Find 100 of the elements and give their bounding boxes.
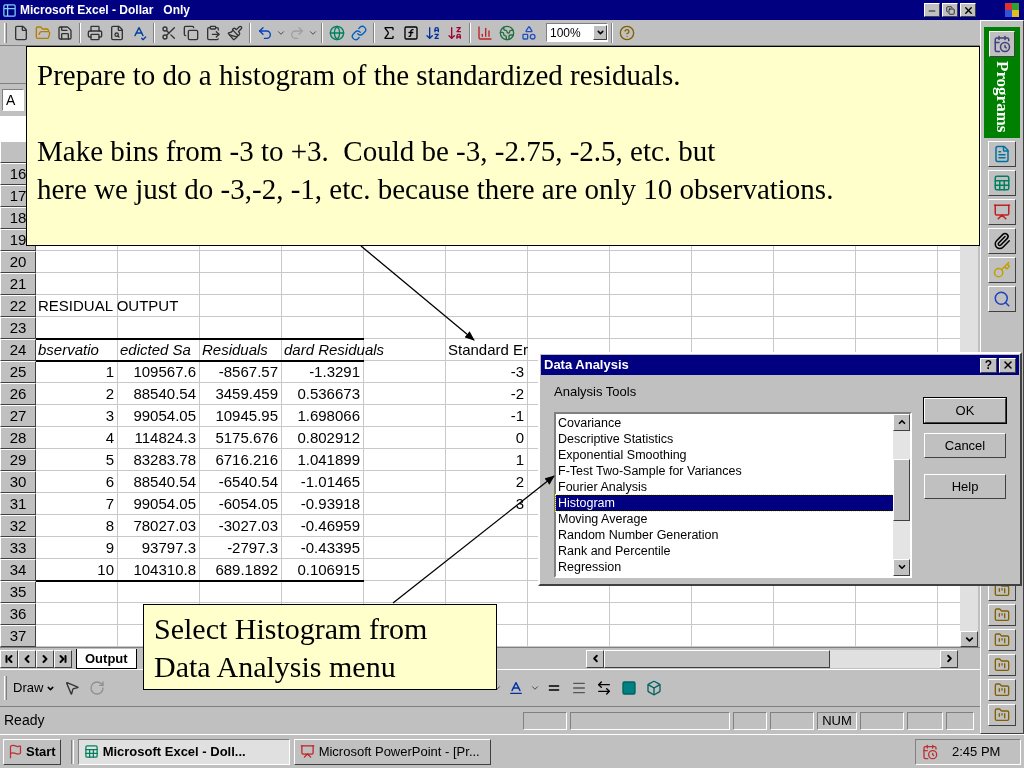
minimize-button[interactable] [924, 3, 940, 17]
draw-menu[interactable]: Draw [10, 678, 59, 698]
folder-button[interactable] [988, 679, 1016, 701]
row-header[interactable]: 22 [0, 295, 36, 317]
row-header[interactable]: 24 [0, 339, 36, 361]
row-header[interactable]: 23 [0, 317, 36, 339]
status-panel [946, 711, 974, 730]
table-cell-text: -6054.05 [218, 493, 278, 514]
row-header[interactable]: 37 [0, 625, 36, 647]
magnifier-button[interactable] [988, 286, 1016, 313]
name-box[interactable]: A [2, 89, 24, 111]
folder-icon [994, 682, 1010, 698]
list-item[interactable]: Covariance [556, 414, 893, 431]
list-scrollbar[interactable] [893, 413, 910, 576]
callout-text: Make bins from -3 to +3. Could be -3, -2.75, -2.5, etc. but here we just do -3,-2, -1, etc. because there are only 10 observations. [37, 134, 835, 207]
row-header[interactable]: 27 [0, 405, 36, 427]
table-cell-text: 88540.54 [133, 471, 196, 492]
magnifier-icon [993, 290, 1011, 309]
paperclip-button[interactable] [988, 228, 1016, 255]
list-item[interactable]: Exponential Smoothing [556, 446, 893, 463]
first-sheet-button[interactable] [0, 649, 18, 668]
scroll-up-button[interactable] [893, 413, 910, 431]
spreadsheet-button[interactable] [988, 170, 1016, 197]
list-item[interactable]: Rank and Percentile [556, 542, 893, 559]
scroll-right-button[interactable] [940, 649, 958, 668]
row-header[interactable]: 30 [0, 471, 36, 493]
callout-text: Prepare to do a histogram of the standardized residuals. [37, 58, 682, 93]
previous-sheet-button[interactable] [18, 649, 36, 668]
table-cell-text: 9 [105, 537, 114, 558]
status-panel [733, 711, 767, 730]
row-header[interactable]: 35 [0, 581, 36, 603]
restore-button[interactable] [942, 3, 958, 17]
tools-list[interactable]: Covariance Descriptive Statistics Exponential Smoothing F-Test Two-Sample for Variances Fourier Analysis Histogram Moving Average Random Number Generation Rank and Percentile Regression [554, 411, 912, 578]
callout-text: Select Histogram from Data Analysis menu [154, 611, 429, 685]
scroll-down-button[interactable] [960, 631, 978, 647]
row-header[interactable]: 21 [0, 273, 36, 295]
scroll-left-button[interactable] [586, 649, 604, 668]
color-squares-icon[interactable] [1005, 3, 1019, 17]
table-cell-text: 0.106915 [297, 559, 360, 580]
close-icon [1001, 359, 1014, 371]
key-button[interactable] [988, 257, 1016, 284]
clock: 2:45 PM [952, 742, 1001, 761]
help-button[interactable]: ? [980, 357, 997, 373]
list-item[interactable]: Histogram [556, 494, 893, 511]
table-cell-text: 93797.3 [141, 537, 196, 558]
row-header[interactable]: 31 [0, 493, 36, 515]
table-cell-text: -6540.54 [218, 471, 278, 492]
folder-icon [994, 607, 1010, 623]
scheduler-icon[interactable] [922, 743, 938, 760]
presentation-icon [993, 203, 1011, 222]
folder-button[interactable] [988, 704, 1016, 726]
taskbar-button[interactable]: Microsoft Excel - Doll... [77, 738, 290, 765]
row-header[interactable]: 28 [0, 427, 36, 449]
table-cell-text: 6 [105, 471, 114, 492]
row-header[interactable]: 36 [0, 603, 36, 625]
list-item[interactable]: Descriptive Statistics [556, 430, 893, 447]
folder-button[interactable] [988, 629, 1016, 651]
list-item[interactable]: Regression [556, 558, 893, 575]
table-cell-text: 1 [515, 449, 524, 470]
close-button[interactable] [960, 3, 976, 17]
taskbar-button[interactable]: Microsoft PowerPoint - [Pr... [293, 738, 491, 765]
flag-icon [8, 744, 23, 759]
list-item[interactable]: F-Test Two-Sample for Variances [556, 462, 893, 479]
folder-button[interactable] [988, 604, 1016, 626]
close-button[interactable] [999, 357, 1016, 373]
row-header[interactable]: 32 [0, 515, 36, 537]
scroll-down-button[interactable] [893, 558, 910, 576]
key-icon [993, 261, 1011, 280]
column-heading: bservatio [38, 339, 99, 360]
table-cell-text: 1.041899 [297, 449, 360, 470]
scroll-thumb[interactable] [604, 649, 830, 668]
next-sheet-button[interactable] [36, 649, 54, 668]
document-icon [993, 145, 1011, 164]
dialog-button[interactable]: OK [924, 398, 1006, 423]
sheet-tab[interactable]: Output [76, 648, 137, 669]
dialog-button[interactable]: Cancel [924, 433, 1006, 458]
horizontal-scrollbar[interactable] [586, 649, 958, 668]
row-header[interactable]: 25 [0, 361, 36, 383]
table-cell-text: 3 [105, 405, 114, 426]
row-header[interactable]: 33 [0, 537, 36, 559]
row-header[interactable]: 34 [0, 559, 36, 581]
scroll-thumb[interactable] [893, 458, 910, 521]
document-button[interactable] [988, 141, 1016, 168]
table-cell-text: -1.01465 [300, 471, 360, 492]
presentation-button[interactable] [988, 199, 1016, 226]
status-panel [523, 711, 567, 730]
calendar-button[interactable] [989, 31, 1015, 57]
table-cell-text: 689.1892 [215, 559, 278, 580]
row-header[interactable]: 20 [0, 251, 36, 273]
last-sheet-button[interactable] [54, 649, 72, 668]
table-cell-text: -1.3291 [309, 361, 360, 382]
dialog-button[interactable]: Help [924, 474, 1006, 499]
row-header[interactable]: 29 [0, 449, 36, 471]
list-item[interactable]: Moving Average [556, 510, 893, 527]
folder-button[interactable] [988, 654, 1016, 676]
table-cell-text: 3459.459 [215, 383, 278, 404]
start-button[interactable]: Start [3, 738, 61, 765]
list-item[interactable]: Random Number Generation [556, 526, 893, 543]
list-item[interactable]: Fourier Analysis [556, 478, 893, 495]
row-header[interactable]: 26 [0, 383, 36, 405]
